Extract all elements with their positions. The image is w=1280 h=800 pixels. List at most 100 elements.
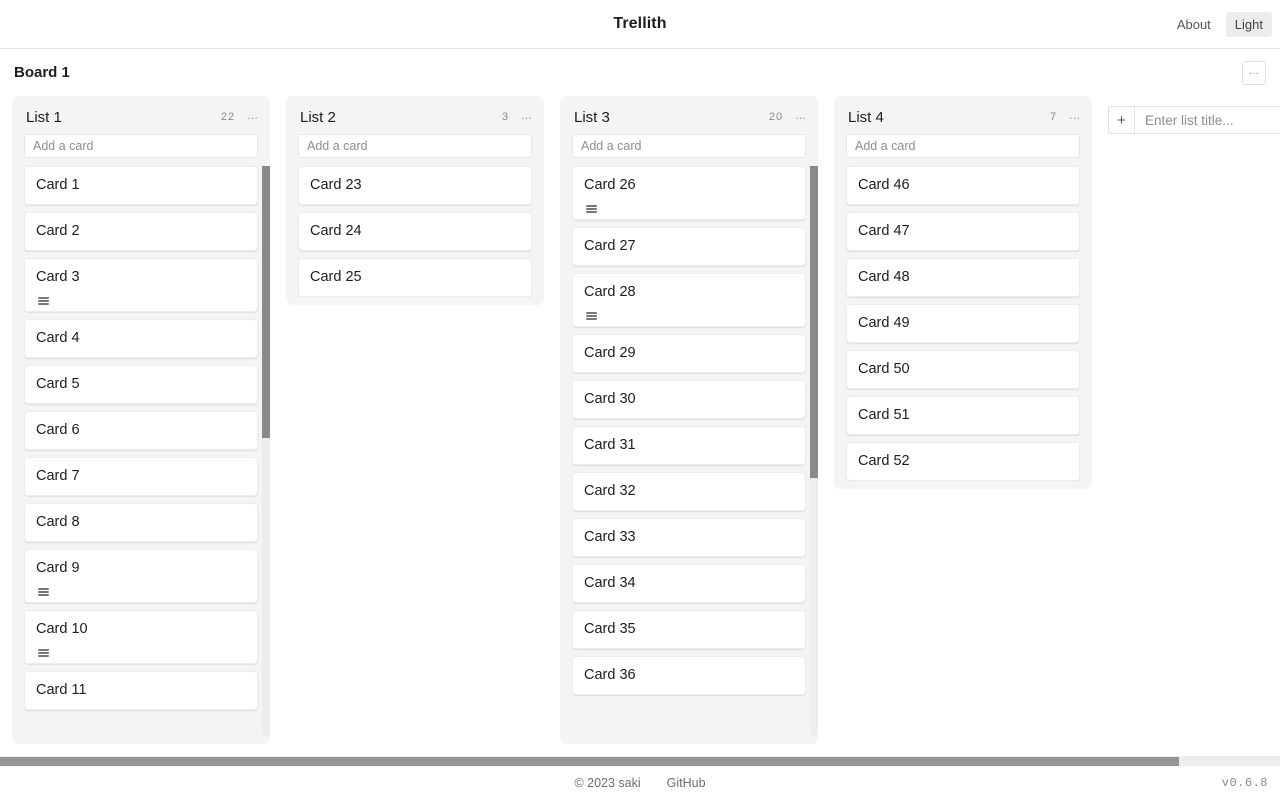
card[interactable]: Card 7	[24, 457, 258, 496]
github-link[interactable]: GitHub	[667, 776, 706, 790]
version-label: v0.6.8	[1221, 776, 1268, 790]
card-title: Card 7	[36, 468, 80, 484]
card[interactable]: Card 48	[846, 258, 1080, 297]
card[interactable]: Card 8	[24, 503, 258, 542]
description-icon	[586, 312, 597, 321]
card[interactable]: Card 3	[24, 258, 258, 312]
card-list: Card 23 Card 24 Card 25	[286, 166, 544, 297]
app-root: Trellith About Light Board 1 ... List 1 2…	[0, 0, 1280, 800]
card[interactable]: Card 46	[846, 166, 1080, 205]
card-title: Card 35	[584, 621, 636, 637]
add-card-input[interactable]	[24, 134, 258, 158]
card-title: Card 32	[584, 483, 636, 499]
card-title: Card 4	[36, 330, 80, 346]
card-title: Card 11	[36, 682, 87, 698]
card-title: Card 49	[858, 315, 910, 331]
add-card-wrapper	[12, 134, 270, 166]
card[interactable]: Card 6	[24, 411, 258, 450]
card-list-inner: Card 26 Card 27 Card 28 Card 29 Card 30 Card …	[572, 166, 806, 695]
card-title: Card 33	[584, 529, 636, 545]
list-title[interactable]: List 2	[300, 109, 336, 126]
list-vertical-scrollbar-thumb[interactable]	[262, 166, 270, 438]
card[interactable]: Card 9	[24, 549, 258, 603]
list-card-count: 22	[220, 111, 236, 123]
top-navbar-actions: About Light	[1168, 11, 1280, 37]
card[interactable]: Card 30	[572, 380, 806, 419]
card-title: Card 27	[584, 238, 636, 254]
card-list: Card 26 Card 27 Card 28 Card 29 Card 30 Card …	[560, 166, 818, 736]
board-horizontal-scrollbar[interactable]	[0, 755, 1280, 766]
card[interactable]: Card 52	[846, 442, 1080, 481]
card[interactable]: Card 26	[572, 166, 806, 220]
card[interactable]: Card 5	[24, 365, 258, 404]
card[interactable]: Card 1	[24, 166, 258, 205]
list-vertical-scrollbar[interactable]	[262, 166, 270, 736]
card[interactable]: Card 2	[24, 212, 258, 251]
list-header: List 2 3...	[286, 96, 544, 134]
list-menu-button[interactable]: ...	[247, 108, 258, 124]
card-title: Card 8	[36, 514, 80, 530]
card[interactable]: Card 51	[846, 396, 1080, 435]
card-badges	[36, 639, 246, 657]
card[interactable]: Card 34	[572, 564, 806, 603]
about-link[interactable]: About	[1168, 12, 1220, 37]
copyright-text: © 2023 saki	[574, 776, 641, 790]
card[interactable]: Card 49	[846, 304, 1080, 343]
list-card-count: 3	[502, 111, 510, 123]
description-icon	[586, 205, 597, 214]
add-card-input[interactable]	[298, 134, 532, 158]
list-column: List 320...Card 26Card 27Card 28Card 29C…	[560, 96, 818, 744]
list-card-count: 7	[1050, 111, 1058, 123]
card[interactable]: Card 35	[572, 610, 806, 649]
list-title[interactable]: List 4	[848, 109, 884, 126]
list-vertical-scrollbar-thumb[interactable]	[810, 166, 818, 478]
card[interactable]: Card 29	[572, 334, 806, 373]
board-menu-button[interactable]: ...	[1242, 60, 1266, 85]
card-badges	[584, 195, 794, 213]
card[interactable]: Card 50	[846, 350, 1080, 389]
card-list: Card 1 Card 2 Card 3 Card 4 Card 5 Card 6 Card…	[12, 166, 270, 736]
list-title[interactable]: List 3	[574, 109, 610, 126]
card[interactable]: Card 47	[846, 212, 1080, 251]
card[interactable]: Card 4	[24, 319, 258, 358]
card[interactable]: Card 36	[572, 656, 806, 695]
add-list-input[interactable]	[1135, 107, 1280, 133]
list-vertical-scrollbar[interactable]	[810, 166, 818, 736]
add-card-input[interactable]	[846, 134, 1080, 158]
list-column: List 122...Card 1Card 2Card 3Card 4Card …	[12, 96, 270, 744]
list-header: List 1 22...	[12, 96, 270, 134]
card-title: Card 30	[584, 391, 636, 407]
card[interactable]: Card 27	[572, 227, 806, 266]
card-title: Card 25	[310, 269, 362, 285]
add-card-wrapper	[286, 134, 544, 166]
card[interactable]: Card 32	[572, 472, 806, 511]
card-title: Card 52	[858, 453, 910, 469]
list-card-count: 20	[768, 111, 784, 123]
card-title: Card 3	[36, 269, 80, 285]
card[interactable]: Card 31	[572, 426, 806, 465]
list-menu-button[interactable]: ...	[1069, 108, 1080, 124]
top-navbar: Trellith About Light	[0, 0, 1280, 49]
card[interactable]: Card 25	[298, 258, 532, 297]
add-list-button[interactable]: +	[1109, 107, 1135, 133]
card-title: Card 31	[584, 437, 636, 453]
card[interactable]: Card 10	[24, 610, 258, 664]
card-title: Card 51	[858, 407, 910, 423]
board-horizontal-scrollbar-thumb[interactable]	[0, 757, 1179, 766]
app-title: Trellith	[613, 15, 667, 32]
list-menu-button[interactable]: ...	[521, 108, 532, 124]
card[interactable]: Card 24	[298, 212, 532, 251]
add-card-input[interactable]	[572, 134, 806, 158]
footer-center-group: © 2023 saki GitHub	[0, 776, 1280, 790]
list-column: List 2 3... Card 23 Card 24 Card 25	[286, 96, 544, 305]
card[interactable]: Card 28	[572, 273, 806, 327]
list-menu-button[interactable]: ...	[795, 108, 806, 124]
card-title: Card 48	[858, 269, 910, 285]
list-title[interactable]: List 1	[26, 109, 62, 126]
card-title: Card 10	[36, 621, 88, 637]
card[interactable]: Card 33	[572, 518, 806, 557]
card-title: Card 50	[858, 361, 910, 377]
card[interactable]: Card 23	[298, 166, 532, 205]
theme-toggle-button[interactable]: Light	[1225, 11, 1272, 37]
card[interactable]: Card 11	[24, 671, 258, 710]
